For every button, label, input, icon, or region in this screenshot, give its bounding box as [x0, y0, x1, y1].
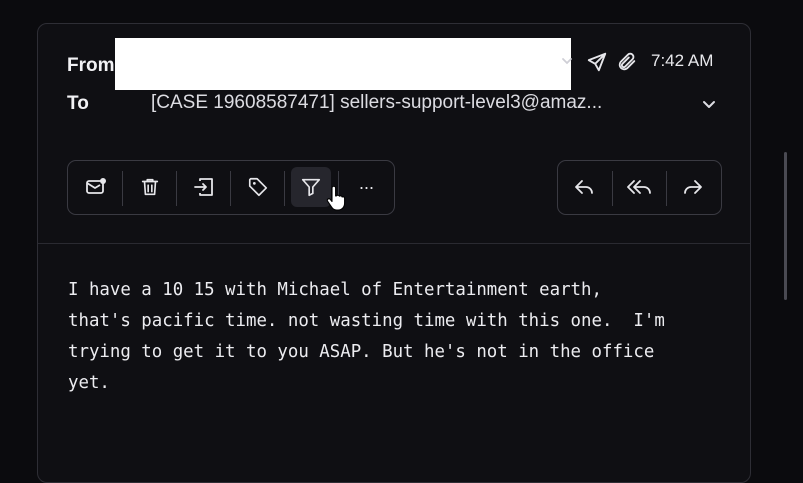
filter-button[interactable]	[291, 167, 331, 207]
header-divider	[38, 243, 750, 244]
toolbar-divider	[284, 171, 285, 206]
reply-icon	[575, 180, 593, 194]
more-button[interactable]: ···	[346, 167, 386, 207]
move-to-folder-icon	[194, 178, 213, 196]
send-icon	[585, 50, 609, 74]
chevron-down-icon[interactable]	[560, 54, 574, 68]
toolbar-divider	[666, 171, 667, 206]
to-label: To	[67, 93, 89, 114]
mail-unread-icon	[86, 178, 106, 194]
from-label: From	[67, 55, 115, 76]
filter-icon	[301, 178, 321, 197]
chevron-down-icon[interactable]	[700, 96, 718, 114]
toolbar-divider	[612, 171, 613, 206]
reply-all-icon	[627, 180, 651, 194]
forward-icon	[684, 180, 702, 194]
scrollbar[interactable]	[784, 152, 787, 300]
trash-icon	[141, 178, 159, 196]
label-button[interactable]	[238, 167, 278, 207]
reply-all-button[interactable]	[619, 167, 659, 207]
redacted-sender	[115, 38, 571, 90]
toolbar-divider	[176, 171, 177, 206]
reply-toolbar	[557, 160, 722, 215]
recipient-address: [CASE 19608587471] sellers-support-level…	[151, 92, 603, 113]
move-button[interactable]	[184, 167, 224, 207]
toolbar-divider	[230, 171, 231, 206]
email-body: I have a 10 15 with Michael of Entertain…	[68, 280, 665, 393]
hand-cursor-icon	[326, 186, 346, 211]
tag-icon	[248, 177, 268, 197]
delete-button[interactable]	[130, 167, 170, 207]
email-time: 7:42 AM	[651, 51, 714, 70]
mark-unread-button[interactable]	[76, 167, 116, 207]
paperclip-icon	[615, 50, 639, 74]
more-icon: ···	[358, 176, 375, 197]
forward-button[interactable]	[673, 167, 713, 207]
toolbar-divider	[122, 171, 123, 206]
reply-button[interactable]	[564, 167, 604, 207]
